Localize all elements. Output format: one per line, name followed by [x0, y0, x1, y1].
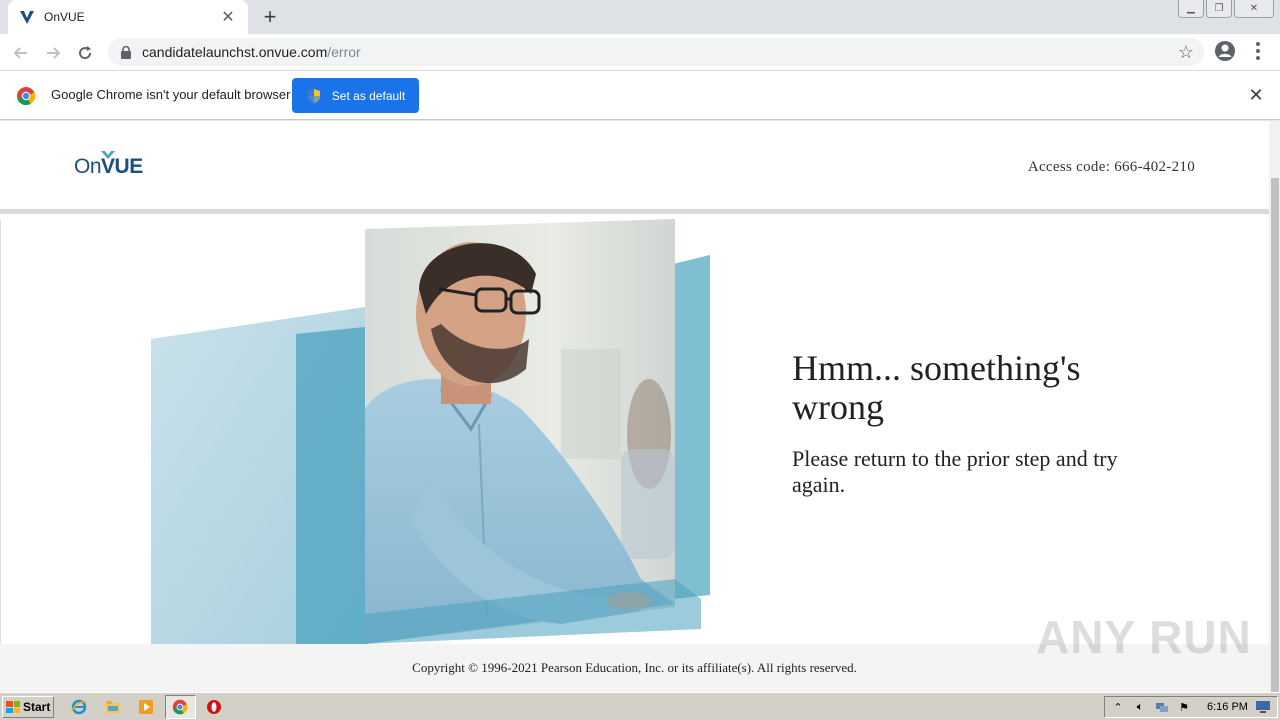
reload-button[interactable] [72, 40, 98, 66]
show-desktop-icon[interactable] [1255, 700, 1270, 714]
chrome-menu-icon[interactable] [1250, 40, 1266, 62]
left-teal-panel [296, 327, 365, 644]
logo-check-icon [101, 151, 115, 159]
new-tab-button[interactable]: + [258, 4, 282, 29]
error-message: Please return to the prior step and try … [792, 446, 1118, 497]
watermark-text: ANY RUN [1036, 611, 1252, 663]
chrome-logo-icon [16, 86, 36, 106]
minimize-button[interactable]: ▁ [1178, 0, 1204, 18]
profile-icon[interactable] [1214, 40, 1236, 62]
access-code: Access code: 666-402-210 [1027, 159, 1195, 175]
start-label: Start [23, 700, 51, 714]
set-as-default-label: Set as default [331, 88, 406, 103]
bookmark-star-icon[interactable]: ☆ [1178, 42, 1194, 63]
error-title: Hmm... something's wrong [792, 348, 1081, 427]
error-hero: Hmm... something's wrong Please return t… [0, 219, 1269, 644]
onvue-logo: OnVUE [74, 151, 143, 179]
taskbar-clock[interactable]: 6:16 PM [1207, 701, 1248, 713]
tab-title: OnVUE [44, 10, 85, 24]
uac-shield-icon [306, 88, 322, 104]
browser-toolbar: candidatelaunchst.onvue.com/error ☆ [0, 34, 1280, 71]
windows-taskbar: Start ⌃ 🔈︎ ⚑ 6:16 PM [0, 692, 1280, 720]
page-content: OnVUE Access code: 666-402-210 Hmm... so… [0, 121, 1269, 692]
url-host: candidatelaunchst.onvue.com [142, 44, 328, 60]
default-browser-infobar: Google Chrome isn't your default browser… [0, 71, 1280, 120]
site-header: OnVUE Access code: 666-402-210 [0, 121, 1269, 214]
anyrun-watermark: ANY RUN [1036, 610, 1252, 664]
address-bar[interactable]: candidatelaunchst.onvue.com/error ☆ [108, 38, 1204, 66]
infobar-message: Google Chrome isn't your default browser [51, 87, 291, 102]
logo-on: On [74, 155, 102, 178]
media-player-icon[interactable] [138, 699, 154, 715]
onvue-favicon-icon [18, 8, 36, 26]
hero-illustration [151, 219, 710, 644]
explorer-icon[interactable] [105, 699, 121, 715]
tab-strip: OnVUE ✕ + ▁ ❐ ✕ [0, 0, 1280, 34]
window-controls: ▁ ❐ ✕ [1178, 0, 1274, 18]
ie-icon[interactable] [71, 699, 87, 715]
tab-close-icon[interactable]: ✕ [218, 7, 238, 27]
windows-flag-icon [6, 701, 20, 713]
action-center-flag-icon[interactable]: ⚑ [1177, 700, 1191, 714]
restore-button[interactable]: ❐ [1206, 0, 1232, 18]
tray-expand-icon[interactable]: ⌃ [1111, 700, 1125, 714]
volume-icon[interactable]: 🔈︎ [1133, 700, 1147, 714]
chrome-icon[interactable] [172, 699, 188, 715]
window-close-button[interactable]: ✕ [1234, 0, 1274, 18]
start-button[interactable]: Start [2, 696, 54, 718]
network-icon[interactable] [1155, 700, 1169, 714]
infobar-close-icon[interactable]: ✕ [1246, 85, 1266, 105]
forward-button[interactable] [40, 40, 66, 66]
copyright-text: Copyright © 1996-2021 Pearson Education,… [412, 660, 857, 675]
lock-icon[interactable] [120, 45, 132, 59]
opera-icon[interactable] [206, 699, 222, 715]
scrollbar-thumb[interactable] [1271, 178, 1279, 692]
right-teal-panel [673, 255, 710, 599]
system-tray: ⌃ 🔈︎ ⚑ 6:16 PM [1104, 696, 1278, 718]
back-button[interactable] [8, 40, 34, 66]
set-as-default-button[interactable]: Set as default [292, 78, 419, 113]
url-path: /error [327, 44, 361, 60]
tab-onvue[interactable]: OnVUE ✕ [8, 0, 248, 34]
